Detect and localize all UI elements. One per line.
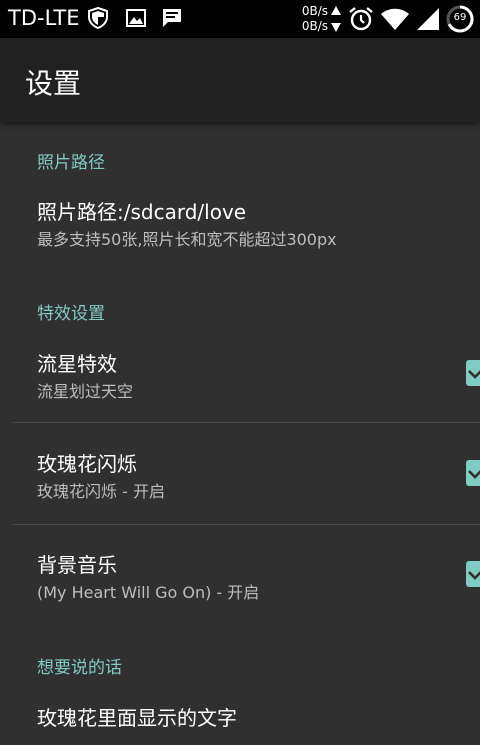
alarm-icon: [349, 7, 373, 31]
settings-list[interactable]: 照片路径 照片路径:/sdcard/love 最多支持50张,照片长和宽不能超过…: [0, 122, 480, 745]
message-icon: [163, 9, 182, 27]
pref-summary: 流星划过天空: [37, 382, 134, 401]
app-bar: 设置: [0, 38, 480, 122]
pref-title: 背景音乐: [37, 553, 117, 577]
pref-summary: (My Heart Will Go On) - 开启: [37, 583, 260, 602]
pref-summary: 最多支持50张,照片长和宽不能超过300px: [37, 230, 337, 249]
check-icon: [468, 470, 480, 479]
battery-icon: 69: [446, 5, 474, 33]
category-words: 想要说的话: [37, 658, 122, 678]
bg-music-checkbox[interactable]: [466, 561, 480, 587]
transfer-arrows-icon: [331, 6, 341, 32]
pref-rose-text[interactable]: 玫瑰花里面显示的文字: [0, 686, 480, 745]
pref-rose-flash[interactable]: 玫瑰花闪烁 玫瑰花闪烁 - 开启: [0, 423, 480, 524]
pref-title: 玫瑰花闪烁: [37, 452, 137, 476]
pref-title: 流星特效: [37, 352, 117, 376]
pref-title: 玫瑰花里面显示的文字: [37, 706, 237, 730]
check-icon: [468, 571, 480, 580]
pref-meteor-effect[interactable]: 流星特效 流星划过天空: [0, 332, 480, 422]
meteor-checkbox[interactable]: [466, 360, 480, 386]
signal-icon: [417, 8, 439, 30]
pref-title: 照片路径:/sdcard/love: [37, 200, 247, 224]
check-icon: [468, 370, 480, 379]
category-photo-path: 照片路径: [37, 153, 105, 173]
pref-background-music[interactable]: 背景音乐 (My Heart Will Go On) - 开启: [0, 525, 480, 625]
pref-photo-path[interactable]: 照片路径:/sdcard/love 最多支持50张,照片长和宽不能超过300px: [0, 180, 480, 258]
speed-up-text: 0B/s: [301, 4, 328, 18]
shield-icon: [88, 7, 109, 29]
carrier-label: TD-LTE: [8, 6, 80, 30]
category-effects: 特效设置: [37, 304, 105, 324]
speed-down-text: 0B/s: [301, 19, 328, 33]
image-icon: [126, 9, 147, 27]
rose-flash-checkbox[interactable]: [466, 460, 480, 486]
pref-summary: 玫瑰花闪烁 - 开启: [37, 482, 165, 501]
status-bar: TD-LTE 0B/s 0B/s 69: [0, 0, 480, 38]
page-title: 设置: [25, 67, 82, 100]
wifi-icon: [381, 8, 409, 30]
battery-level-text: 69: [453, 12, 467, 23]
network-speed: 0B/s 0B/s: [302, 4, 342, 34]
